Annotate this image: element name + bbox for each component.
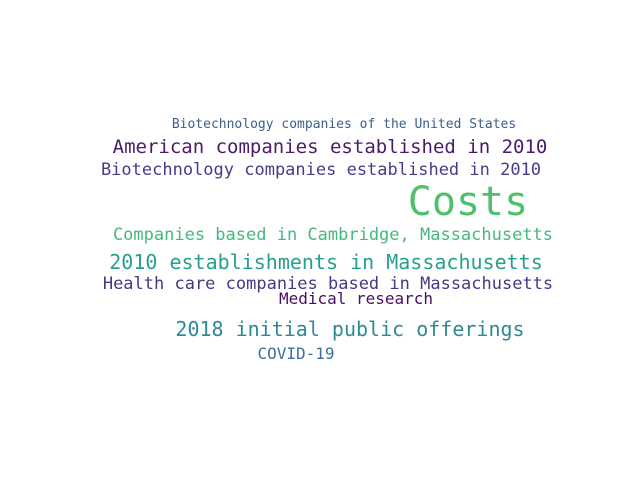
word-2010-establishments-ma: 2010 establishments in Massachusetts <box>109 250 543 274</box>
word-american-companies-2010: American companies established in 2010 <box>112 136 548 158</box>
word-2018-ipos: 2018 initial public offerings <box>175 317 525 341</box>
word-covid-19: COVID-19 <box>257 344 335 363</box>
word-costs: Costs <box>407 179 529 225</box>
word-cambridge-companies: Companies based in Cambridge, Massachuse… <box>112 225 554 245</box>
word-biotech-companies-2010: Biotechnology companies established in 2… <box>100 160 542 180</box>
word-biotech-us: Biotechnology companies of the United St… <box>171 117 517 132</box>
word-medical-research: Medical research <box>278 289 434 308</box>
word-cloud: Biotechnology companies of the United St… <box>0 0 640 480</box>
